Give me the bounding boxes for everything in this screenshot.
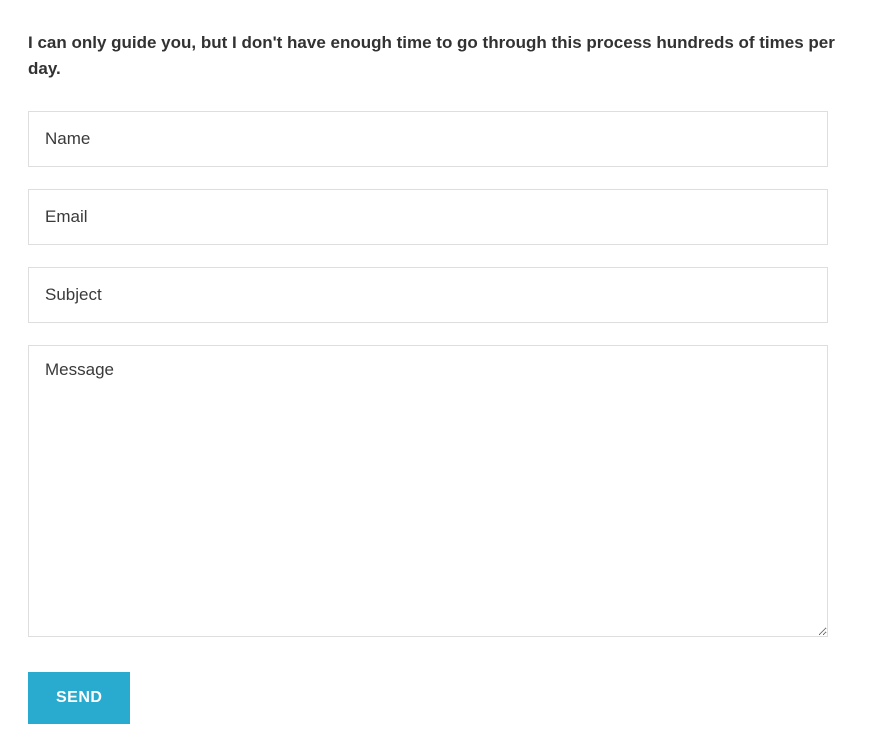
message-textarea[interactable] (28, 345, 828, 637)
email-field-wrapper (28, 189, 828, 245)
subject-input[interactable] (28, 267, 828, 323)
name-field-wrapper (28, 111, 828, 167)
name-input[interactable] (28, 111, 828, 167)
send-button[interactable]: SEND (28, 672, 130, 724)
message-field-wrapper (28, 345, 828, 642)
subject-field-wrapper (28, 267, 828, 323)
email-input[interactable] (28, 189, 828, 245)
intro-text: I can only guide you, but I don't have e… (28, 30, 838, 83)
